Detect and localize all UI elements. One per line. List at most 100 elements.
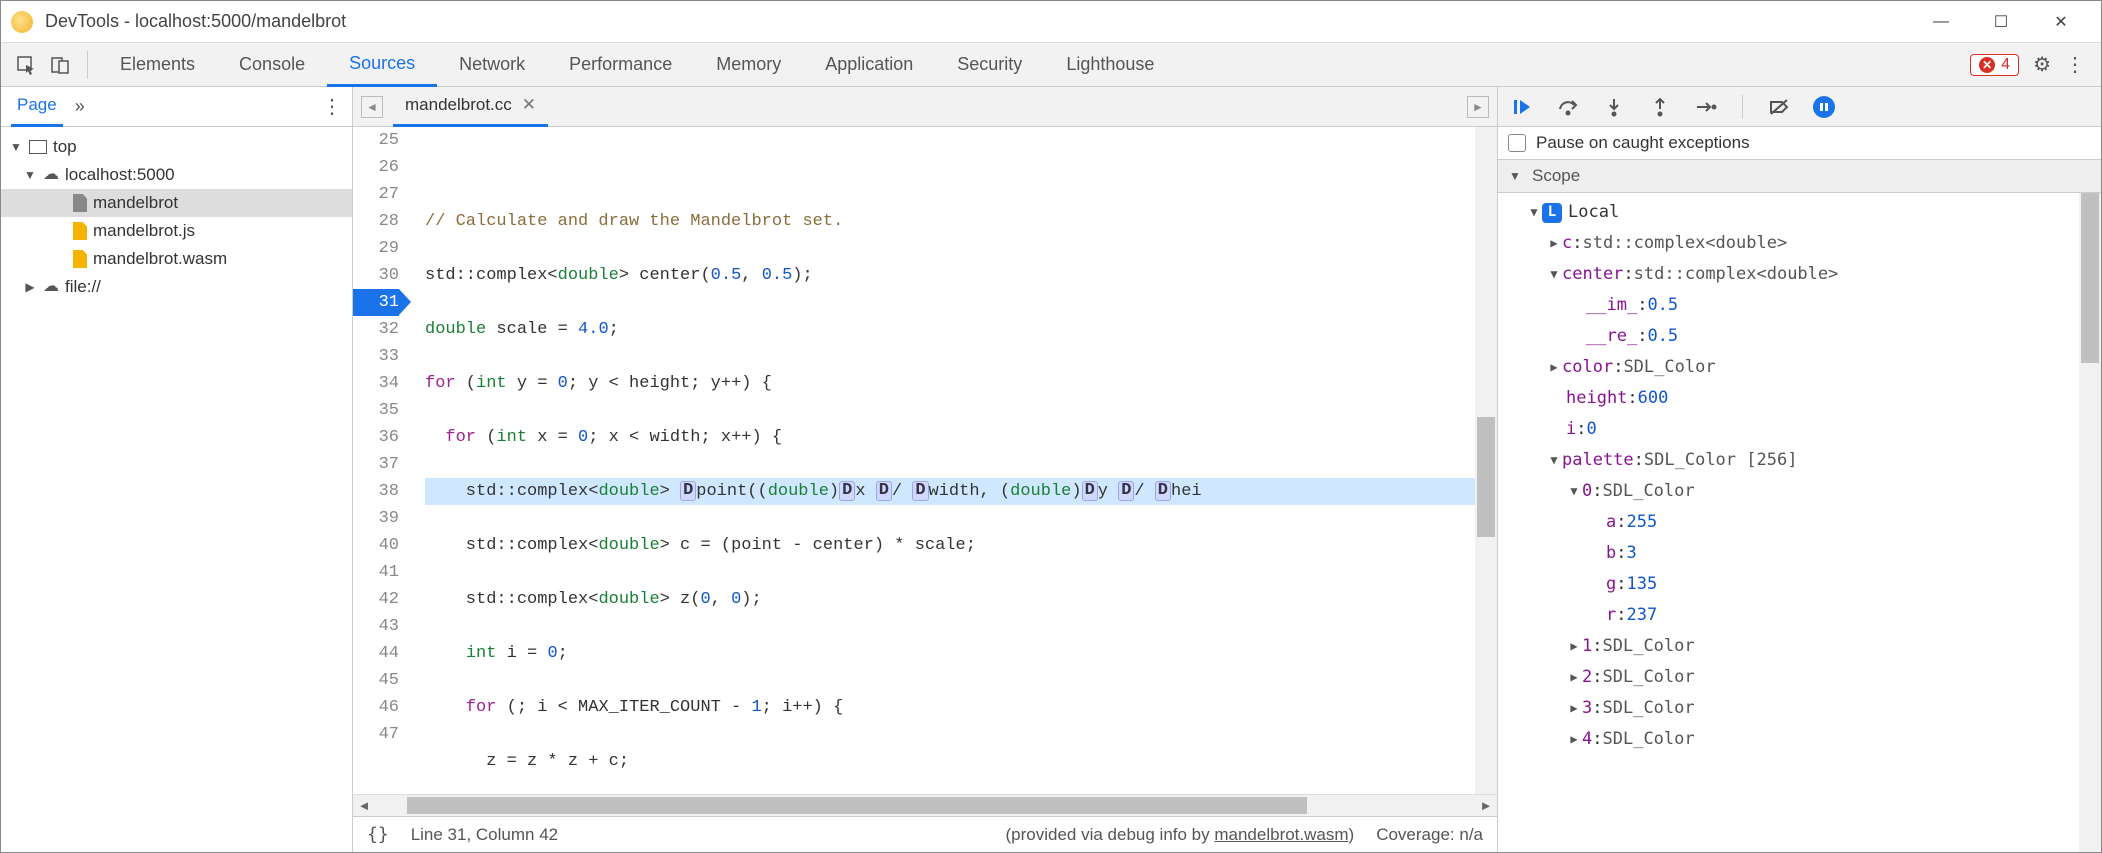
debug-info-source: (provided via debug info by mandelbrot.w… bbox=[1006, 825, 1355, 845]
line-gutter[interactable]: 252627282930 31 323334353637383940414243… bbox=[353, 127, 407, 794]
minimize-button[interactable]: ― bbox=[1911, 1, 1971, 43]
editor-pane: ◄ mandelbrot.cc ✕ ► 252627282930 31 3233… bbox=[353, 87, 1498, 852]
editor-tab-label: mandelbrot.cc bbox=[405, 95, 512, 115]
scope-vertical-scrollbar[interactable] bbox=[2079, 193, 2101, 852]
tree-file-scheme[interactable]: ▶ ☁ file:// bbox=[1, 273, 352, 301]
tree-label: top bbox=[53, 137, 77, 157]
navigator-tab-page[interactable]: Page bbox=[11, 87, 63, 127]
resume-button[interactable] bbox=[1510, 95, 1534, 119]
cursor-position: Line 31, Column 42 bbox=[411, 825, 558, 845]
scroll-right-icon[interactable]: ► bbox=[1475, 798, 1497, 813]
pause-on-caught-checkbox[interactable] bbox=[1508, 134, 1526, 152]
var-palette-3[interactable]: ▶3: SDL_Color bbox=[1498, 693, 2101, 724]
pause-on-caught-label: Pause on caught exceptions bbox=[1536, 133, 1750, 153]
error-icon: ✕ bbox=[1979, 57, 1995, 73]
var-color[interactable]: ▶color: SDL_Color bbox=[1498, 352, 2101, 383]
debugger-pane: Pause on caught exceptions ▼ Scope ▼ L L… bbox=[1498, 87, 2101, 852]
titlebar: DevTools - localhost:5000/mandelbrot ― ☐… bbox=[1, 1, 2101, 43]
tab-elements[interactable]: Elements bbox=[98, 43, 217, 87]
breakpoint-marker[interactable]: 31 bbox=[353, 289, 399, 316]
step-over-button[interactable] bbox=[1556, 95, 1580, 119]
navigator-kebab-icon[interactable]: ⋮ bbox=[322, 94, 342, 119]
pretty-print-icon[interactable]: {} bbox=[367, 824, 389, 845]
editor-horizontal-scrollbar[interactable]: ◄ ► bbox=[353, 794, 1497, 816]
scope-tree: ▼ L Local ▶c: std::complex<double> ▼cent… bbox=[1498, 193, 2101, 852]
scope-local-label: Local bbox=[1568, 197, 1619, 228]
device-toolbar-icon[interactable] bbox=[43, 48, 77, 82]
tree-file-mandelbrot[interactable]: mandelbrot bbox=[1, 189, 352, 217]
tab-network[interactable]: Network bbox=[437, 43, 547, 87]
tab-console[interactable]: Console bbox=[217, 43, 327, 87]
deactivate-breakpoints-button[interactable] bbox=[1767, 95, 1791, 119]
editor-statusbar: {} Line 31, Column 42 (provided via debu… bbox=[353, 816, 1497, 852]
var-palette[interactable]: ▼palette: SDL_Color [256] bbox=[1498, 445, 2101, 476]
tree-label: mandelbrot.js bbox=[93, 221, 195, 241]
tab-security[interactable]: Security bbox=[935, 43, 1044, 87]
inspect-element-icon[interactable] bbox=[9, 48, 43, 82]
navigator-pane: Page » ⋮ ▼ top ▼ ☁ localhost:5000 mandel… bbox=[1, 87, 353, 852]
chevron-down-icon: ▼ bbox=[9, 140, 23, 154]
tree-host[interactable]: ▼ ☁ localhost:5000 bbox=[1, 161, 352, 189]
scope-local[interactable]: ▼ L Local bbox=[1498, 197, 2101, 228]
code-content[interactable]: // Calculate and draw the Mandelbrot set… bbox=[407, 127, 1497, 794]
tab-performance[interactable]: Performance bbox=[547, 43, 694, 87]
cloud-icon: ☁ bbox=[43, 279, 59, 295]
pause-on-caught-row[interactable]: Pause on caught exceptions bbox=[1498, 127, 2101, 159]
main-tabstrip: Elements Console Sources Network Perform… bbox=[1, 43, 2101, 87]
var-palette-0-g[interactable]: g: 135 bbox=[1498, 569, 2101, 600]
var-palette-0[interactable]: ▼0: SDL_Color bbox=[1498, 476, 2101, 507]
chevron-right-icon: ▶ bbox=[23, 280, 37, 294]
editor-tab-mandelbrot-cc[interactable]: mandelbrot.cc ✕ bbox=[393, 87, 548, 127]
error-count-badge[interactable]: ✕ 4 bbox=[1970, 54, 2019, 76]
tree-file-mandelbrot-js[interactable]: mandelbrot.js bbox=[1, 217, 352, 245]
tree-label: file:// bbox=[65, 277, 101, 297]
close-button[interactable]: ✕ bbox=[2031, 1, 2091, 43]
var-center-re[interactable]: __re_: 0.5 bbox=[1498, 321, 2101, 352]
tab-memory[interactable]: Memory bbox=[694, 43, 803, 87]
tree-label: localhost:5000 bbox=[65, 165, 175, 185]
navigator-more-tabs-icon[interactable]: » bbox=[75, 96, 85, 117]
debug-toolbar bbox=[1498, 87, 2101, 127]
tree-label: mandelbrot bbox=[93, 193, 178, 213]
paused-indicator-icon[interactable] bbox=[1813, 96, 1835, 118]
var-height[interactable]: height: 600 bbox=[1498, 383, 2101, 414]
local-badge-icon: L bbox=[1542, 203, 1562, 223]
tree-top[interactable]: ▼ top bbox=[1, 133, 352, 161]
file-icon bbox=[73, 222, 87, 240]
step-into-button[interactable] bbox=[1602, 95, 1626, 119]
maximize-button[interactable]: ☐ bbox=[1971, 1, 2031, 43]
file-tree: ▼ top ▼ ☁ localhost:5000 mandelbrot mand… bbox=[1, 127, 352, 307]
tab-lighthouse[interactable]: Lighthouse bbox=[1044, 43, 1176, 87]
chrome-icon bbox=[11, 11, 33, 33]
code-editor[interactable]: 252627282930 31 323334353637383940414243… bbox=[353, 127, 1497, 794]
chevron-down-icon: ▼ bbox=[1508, 169, 1522, 183]
var-palette-0-r[interactable]: r: 237 bbox=[1498, 600, 2101, 631]
coverage-status: Coverage: n/a bbox=[1376, 825, 1483, 845]
var-palette-0-b[interactable]: b: 3 bbox=[1498, 538, 2101, 569]
settings-gear-icon[interactable]: ⚙ bbox=[2033, 52, 2051, 77]
chevron-down-icon: ▼ bbox=[1526, 197, 1542, 228]
tab-application[interactable]: Application bbox=[803, 43, 935, 87]
var-palette-4[interactable]: ▶4: SDL_Color bbox=[1498, 724, 2101, 755]
editor-nav-back-icon[interactable]: ◄ bbox=[361, 96, 383, 118]
scope-header[interactable]: ▼ Scope bbox=[1498, 160, 2101, 192]
more-menu-icon[interactable]: ⋮ bbox=[2065, 52, 2085, 77]
var-i[interactable]: i: 0 bbox=[1498, 414, 2101, 445]
window-title: DevTools - localhost:5000/mandelbrot bbox=[45, 11, 346, 32]
var-center-im[interactable]: __im_: 0.5 bbox=[1498, 290, 2101, 321]
step-button[interactable] bbox=[1694, 95, 1718, 119]
var-palette-0-a[interactable]: a: 255 bbox=[1498, 507, 2101, 538]
devtools-window: DevTools - localhost:5000/mandelbrot ― ☐… bbox=[0, 0, 2102, 853]
tree-file-mandelbrot-wasm[interactable]: mandelbrot.wasm bbox=[1, 245, 352, 273]
var-center[interactable]: ▼center: std::complex<double> bbox=[1498, 259, 2101, 290]
editor-nav-forward-icon[interactable]: ► bbox=[1467, 96, 1489, 118]
var-c[interactable]: ▶c: std::complex<double> bbox=[1498, 228, 2101, 259]
var-palette-1[interactable]: ▶1: SDL_Color bbox=[1498, 631, 2101, 662]
scroll-left-icon[interactable]: ◄ bbox=[353, 798, 375, 813]
step-out-button[interactable] bbox=[1648, 95, 1672, 119]
debug-info-link[interactable]: mandelbrot.wasm bbox=[1214, 825, 1348, 844]
var-palette-2[interactable]: ▶2: SDL_Color bbox=[1498, 662, 2101, 693]
editor-vertical-scrollbar[interactable] bbox=[1475, 127, 1497, 794]
close-icon[interactable]: ✕ bbox=[522, 95, 536, 115]
tab-sources[interactable]: Sources bbox=[327, 43, 437, 87]
